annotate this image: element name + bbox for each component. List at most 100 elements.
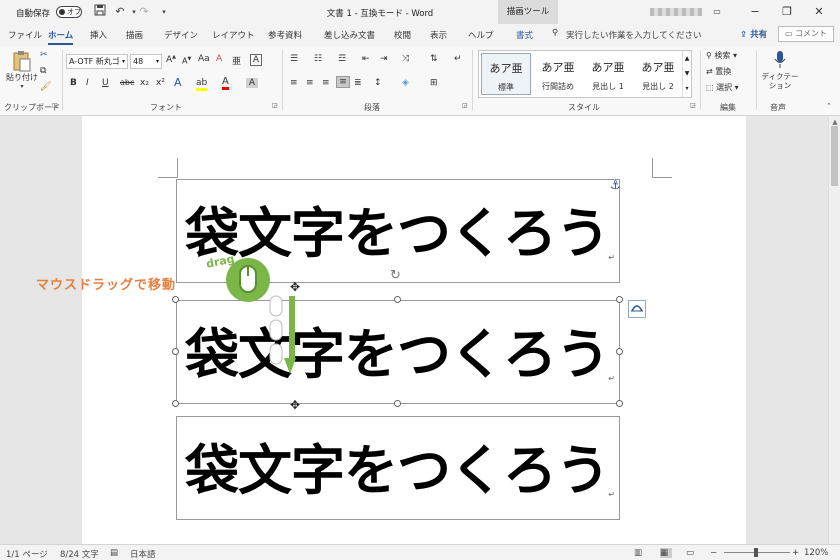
clear-formatting-button[interactable]: A xyxy=(216,54,222,64)
resize-handle[interactable] xyxy=(172,348,179,355)
resize-handle[interactable] xyxy=(172,296,179,303)
tab-references[interactable]: 参考資料 xyxy=(268,29,302,41)
page-count[interactable]: 1/1 ページ xyxy=(6,548,48,560)
tab-draw[interactable]: 描画 xyxy=(126,29,143,41)
grow-font-button[interactable]: A▲ xyxy=(166,54,176,65)
tab-format[interactable]: 書式 xyxy=(516,29,533,41)
italic-button[interactable]: I xyxy=(86,78,89,88)
resize-handle[interactable] xyxy=(616,296,623,303)
character-border-button[interactable]: A xyxy=(250,54,262,66)
scroll-thumb[interactable] xyxy=(831,126,838,186)
decrease-indent-icon[interactable]: ⇤ xyxy=(362,54,370,64)
document-page[interactable]: 袋文字をつくろう ↵ ⚓ 袋文字をつくろう ↵ ↻ 袋文字をつくろう ↵ xyxy=(82,116,746,544)
borders-icon[interactable]: ⊞ xyxy=(430,78,438,88)
distributed-icon[interactable]: ≣ xyxy=(354,78,362,88)
text-direction-icon[interactable]: ⤨ xyxy=(402,54,409,64)
font-name-combo[interactable]: A-OTF 新丸ゴ ▾ xyxy=(66,54,128,69)
proofing-icon[interactable]: ▤ xyxy=(110,548,118,558)
zoom-level[interactable]: 120% xyxy=(804,548,828,558)
rotate-handle-icon[interactable]: ↻ xyxy=(390,268,401,283)
collapse-ribbon-icon[interactable]: ⌃ xyxy=(826,102,832,110)
comment-button[interactable]: ▭ コメント xyxy=(778,26,834,42)
sort-icon[interactable]: ⇅ xyxy=(430,54,438,64)
text-effects-button[interactable]: A xyxy=(174,76,182,89)
tab-review[interactable]: 校閲 xyxy=(394,29,411,41)
save-icon[interactable] xyxy=(92,4,108,20)
font-size-combo[interactable]: 48 ▾ xyxy=(130,54,162,69)
language[interactable]: 日本語 xyxy=(130,548,156,560)
highlight-button[interactable]: ab xyxy=(196,78,208,91)
subscript-button[interactable]: x₂ xyxy=(140,78,149,88)
multilevel-list-icon[interactable]: ☲ xyxy=(338,54,346,64)
minimize-button[interactable]: − xyxy=(744,2,766,22)
tell-me-input[interactable]: 実行したい作業を入力してください xyxy=(566,29,702,41)
paragraph-launcher-icon[interactable]: ◲ xyxy=(462,102,468,109)
align-left-icon[interactable]: ≡ xyxy=(290,78,298,88)
text-box-3[interactable]: 袋文字をつくろう ↵ xyxy=(176,416,620,520)
zoom-slider-thumb[interactable] xyxy=(754,548,758,557)
style-heading-2[interactable]: あア亜 見出し 2 xyxy=(633,53,683,95)
close-button[interactable]: ✕ xyxy=(808,2,830,22)
strikethrough-button[interactable]: abc xyxy=(120,78,134,87)
scroll-up-icon[interactable]: ▲ xyxy=(829,118,840,126)
share-button[interactable]: ⇪ 共有 xyxy=(740,28,767,40)
bold-button[interactable]: B xyxy=(70,78,77,88)
tab-home[interactable]: ホーム xyxy=(48,29,74,45)
autosave-toggle[interactable]: オフ xyxy=(56,6,82,18)
resize-handle[interactable] xyxy=(394,296,401,303)
format-painter-icon[interactable]: 🖌 xyxy=(40,82,51,92)
numbering-icon[interactable]: ☷ xyxy=(314,54,322,64)
restore-button[interactable]: ❐ xyxy=(776,2,798,22)
tab-mailings[interactable]: 差し込み文書 xyxy=(324,29,375,41)
paste-button[interactable]: 貼り付け ▾ xyxy=(6,50,38,90)
tab-help[interactable]: ヘルプ xyxy=(468,29,494,41)
find-button[interactable]: ⚲ 検索 ▾ xyxy=(706,50,737,61)
bullets-icon[interactable]: ☰ xyxy=(290,54,298,64)
style-no-spacing[interactable]: あア亜 行間詰め xyxy=(533,53,583,95)
style-normal[interactable]: あア亜 標準 xyxy=(481,53,531,95)
tab-insert[interactable]: 挿入 xyxy=(90,29,107,41)
font-color-button[interactable]: A xyxy=(222,76,229,90)
align-right-icon[interactable]: ≡ xyxy=(322,78,330,88)
user-name-blurred[interactable] xyxy=(650,8,702,16)
styles-launcher-icon[interactable]: ◲ xyxy=(690,102,696,109)
redo-icon[interactable]: ↷ xyxy=(136,4,152,20)
text-box-2-selected[interactable]: 袋文字をつくろう ↵ xyxy=(176,300,620,404)
show-marks-icon[interactable]: ↵ xyxy=(454,54,462,64)
change-case-button[interactable]: Aa xyxy=(198,54,210,64)
style-heading-1[interactable]: あア亜 見出し 1 xyxy=(583,53,633,95)
ribbon-display-options-icon[interactable]: ▭ xyxy=(706,2,728,22)
styles-scroll[interactable]: ▲ ▼ ▾ xyxy=(682,51,691,97)
web-layout-icon[interactable]: ▭ xyxy=(686,548,694,558)
copy-icon[interactable]: ⧉ xyxy=(40,66,46,76)
zoom-out-button[interactable]: − xyxy=(710,548,717,558)
tab-file[interactable]: ファイル xyxy=(8,29,42,41)
phonetic-guide-button[interactable]: 亜 xyxy=(232,54,241,67)
shrink-font-button[interactable]: A▼ xyxy=(182,56,191,66)
vertical-scrollbar[interactable]: ▲ xyxy=(828,116,840,544)
tab-view[interactable]: 表示 xyxy=(430,29,447,41)
line-spacing-icon[interactable]: ↕ xyxy=(374,78,382,88)
tab-layout[interactable]: レイアウト xyxy=(212,29,255,41)
zoom-in-button[interactable]: + xyxy=(792,548,799,558)
word-count[interactable]: 8/24 文字 xyxy=(60,548,99,560)
resize-handle[interactable] xyxy=(394,400,401,407)
resize-handle[interactable] xyxy=(616,400,623,407)
read-mode-icon[interactable]: ▥ xyxy=(634,548,642,558)
layout-options-icon[interactable] xyxy=(628,300,646,318)
tab-design[interactable]: デザイン xyxy=(164,29,198,41)
dictate-button[interactable]: ディクテーション xyxy=(760,50,800,90)
print-layout-icon[interactable]: ▦ xyxy=(660,548,672,558)
increase-indent-icon[interactable]: ⇥ xyxy=(380,54,388,64)
shading-icon[interactable]: ◈ xyxy=(402,78,409,88)
resize-handle[interactable] xyxy=(172,400,179,407)
clipboard-launcher-icon[interactable]: ◲ xyxy=(52,102,58,109)
select-button[interactable]: ⬚ 選択 ▾ xyxy=(706,82,739,93)
underline-button[interactable]: U xyxy=(102,78,109,88)
resize-handle[interactable] xyxy=(616,348,623,355)
align-center-icon[interactable]: ≡ xyxy=(306,78,314,88)
replace-button[interactable]: ⇄ 置換 xyxy=(706,66,731,77)
character-shading-button[interactable]: A xyxy=(246,78,258,88)
superscript-button[interactable]: x² xyxy=(156,78,165,88)
customize-qat-icon[interactable]: ▾ xyxy=(156,4,172,20)
